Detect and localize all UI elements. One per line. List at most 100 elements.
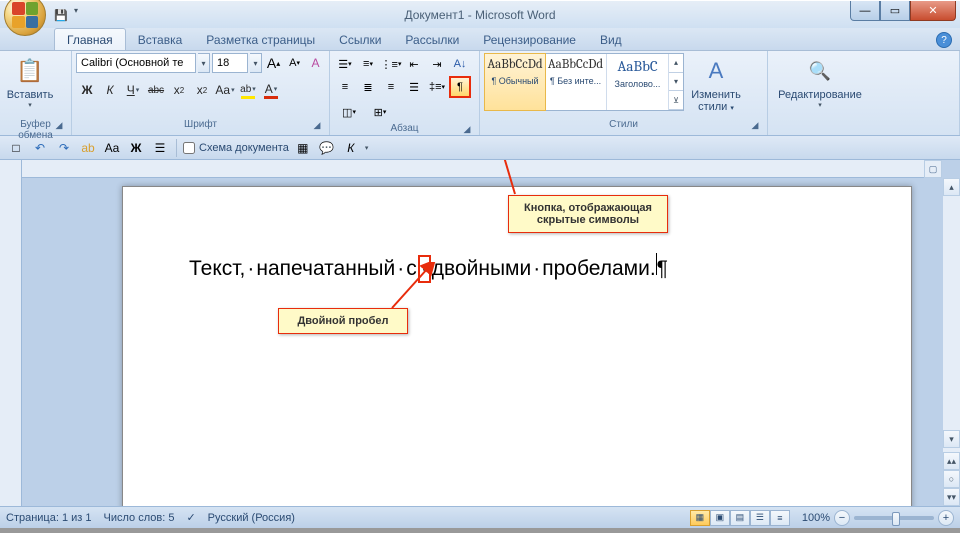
change-styles-button[interactable]: A Изменить стили ▾ (686, 53, 746, 115)
tab-home[interactable]: Главная (54, 28, 126, 50)
highlight-button[interactable]: ab▾ (237, 79, 259, 101)
zoom-out-button[interactable]: − (834, 510, 850, 526)
font-size-dropdown[interactable]: ▾ (250, 53, 262, 73)
maximize-button[interactable]: ▭ (880, 1, 910, 21)
show-hide-pilcrow-button[interactable]: ¶ (449, 76, 471, 98)
styles-gallery[interactable]: AaBbCcDd ¶ Обычный AaBbCcDd ¶ Без инте..… (484, 53, 684, 111)
status-page[interactable]: Страница: 1 из 1 (6, 512, 92, 524)
view-draft[interactable]: ≡ (770, 510, 790, 526)
styles-launcher[interactable]: ◢ (749, 120, 761, 132)
change-case-button[interactable]: Aa▾ (214, 79, 236, 101)
qat-save-icon[interactable]: 💾 (52, 6, 70, 24)
paste-button[interactable]: 📋 Вставить ▾ (4, 53, 56, 111)
qat2-list-icon[interactable]: ☰ (150, 138, 170, 158)
arrow-to-double-space (388, 262, 438, 312)
find-icon: 🔍 (804, 55, 836, 87)
styles-gallery-more[interactable]: ▴▾⊻ (669, 54, 683, 110)
shrink-font-icon[interactable]: A▾ (285, 53, 304, 73)
status-language[interactable]: Русский (Россия) (208, 512, 295, 524)
borders-button[interactable]: ⊞▾ (365, 101, 395, 123)
ruler-toggle[interactable]: ▢ (924, 160, 942, 178)
font-name-dropdown[interactable]: ▾ (198, 53, 210, 73)
document-workspace: ▢ Текст,·напечатанный·с·двойными·пробела… (0, 160, 960, 506)
horizontal-ruler[interactable] (22, 160, 942, 178)
zoom-slider[interactable] (854, 516, 934, 520)
group-font: ▾ ▾ A▴ A▾ A Ж К Ч▾ abc x2 x2 Aa▾ ab▾ A▾ (72, 51, 330, 135)
document-page[interactable]: Текст,·напечатанный·с·двойными·пробелами… (122, 186, 912, 506)
vertical-scrollbar[interactable]: ▴ ▾ ▴▴ ○ ▾▾ (942, 178, 960, 506)
view-full-screen[interactable]: ▣ (710, 510, 730, 526)
tab-layout[interactable]: Разметка страницы (194, 29, 327, 50)
paragraph-launcher[interactable]: ◢ (461, 124, 473, 136)
subscript-button[interactable]: x2 (168, 79, 190, 101)
ribbon: 📋 Вставить ▾ Буфер обмена◢ ▾ ▾ A▴ A▾ A (0, 51, 960, 136)
view-web[interactable]: ▤ (730, 510, 750, 526)
minimize-button[interactable]: — (850, 1, 880, 21)
multilevel-button[interactable]: ⋮≡▾ (380, 53, 402, 75)
line-spacing-button[interactable]: ‡≡▾ (426, 76, 448, 98)
tab-references[interactable]: Ссылки (327, 29, 393, 50)
chevron-down-icon: ▾ (28, 101, 32, 109)
qat2-highlight-icon[interactable]: ab (78, 138, 98, 158)
browse-object-icon[interactable]: ○ (943, 470, 960, 488)
tab-view[interactable]: Вид (588, 29, 634, 50)
indent-inc-button[interactable]: ⇥ (426, 53, 448, 75)
close-button[interactable]: ✕ (910, 1, 956, 21)
style-no-spacing[interactable]: AaBbCcDd ¶ Без инте... (545, 54, 607, 110)
quick-access-toolbar-2: □ ↶ ↷ ab Aa Ж ☰ Схема документа ▦ 💬 К ▾ (0, 136, 960, 160)
align-left-button[interactable]: ≡ (334, 76, 356, 98)
indent-dec-button[interactable]: ⇤ (403, 53, 425, 75)
qat2-macros-icon[interactable]: ▦ (293, 138, 313, 158)
zoom-control: 100% − + (802, 510, 954, 526)
style-normal[interactable]: AaBbCcDd ¶ Обычный (484, 53, 546, 111)
view-print-layout[interactable]: ▦ (690, 510, 710, 526)
qat2-redo-icon[interactable]: ↷ (54, 138, 74, 158)
vertical-ruler[interactable] (0, 160, 22, 506)
window-title: Документ1 - Microsoft Word (404, 8, 555, 22)
qat-dropdown-icon[interactable]: ▾ (74, 6, 84, 24)
italic-button[interactable]: К (99, 79, 121, 101)
zoom-in-button[interactable]: + (938, 510, 954, 526)
sort-button[interactable]: A↓ (449, 53, 471, 75)
clear-format-icon[interactable]: A (306, 53, 325, 73)
document-map-checkbox[interactable]: Схема документа (183, 142, 289, 154)
qat2-bold-icon[interactable]: Ж (126, 138, 146, 158)
shading-button[interactable]: ◫▾ (334, 101, 364, 123)
view-outline[interactable]: ☰ (750, 510, 770, 526)
status-words[interactable]: Число слов: 5 (104, 512, 175, 524)
tab-review[interactable]: Рецензирование (471, 29, 588, 50)
next-page-icon[interactable]: ▾▾ (943, 488, 960, 506)
align-center-button[interactable]: ≣ (357, 76, 379, 98)
underline-button[interactable]: Ч▾ (122, 79, 144, 101)
strike-button[interactable]: abc (145, 79, 167, 101)
help-icon[interactable]: ? (936, 32, 952, 48)
scroll-up-icon[interactable]: ▴ (943, 178, 960, 196)
scroll-down-icon[interactable]: ▾ (943, 430, 960, 448)
callout-pilcrow: Кнопка, отображающая скрытые символы (508, 195, 668, 233)
titlebar: 💾 ▾ Документ1 - Microsoft Word — ▭ ✕ (0, 0, 960, 28)
font-size-combo[interactable] (212, 53, 248, 73)
editing-button[interactable]: 🔍 Редактирование ▾ (772, 53, 868, 111)
grow-font-icon[interactable]: A▴ (264, 53, 283, 73)
bullets-button[interactable]: ☰▾ (334, 53, 356, 75)
tab-mailings[interactable]: Рассылки (393, 29, 471, 50)
align-right-button[interactable]: ≡ (380, 76, 402, 98)
font-color-button[interactable]: A▾ (260, 79, 282, 101)
clipboard-launcher[interactable]: ◢ (53, 120, 65, 132)
ribbon-tabs: Главная Вставка Разметка страницы Ссылки… (0, 28, 960, 51)
qat2-italic-icon[interactable]: К (341, 138, 361, 158)
font-name-combo[interactable] (76, 53, 196, 73)
numbering-button[interactable]: ≡▾ (357, 53, 379, 75)
zoom-level[interactable]: 100% (802, 512, 830, 524)
font-launcher[interactable]: ◢ (311, 120, 323, 132)
qat2-comment-icon[interactable]: 💬 (317, 138, 337, 158)
status-proof-icon[interactable]: ✓ (186, 511, 195, 524)
qat2-case-icon[interactable]: Aa (102, 138, 122, 158)
bold-button[interactable]: Ж (76, 79, 98, 101)
superscript-button[interactable]: x2 (191, 79, 213, 101)
style-heading1[interactable]: AaBbC Заголово... (607, 54, 669, 110)
tab-insert[interactable]: Вставка (126, 29, 195, 50)
prev-page-icon[interactable]: ▴▴ (943, 452, 960, 470)
justify-button[interactable]: ☰ (403, 76, 425, 98)
statusbar: Страница: 1 из 1 Число слов: 5 ✓ Русский… (0, 506, 960, 528)
